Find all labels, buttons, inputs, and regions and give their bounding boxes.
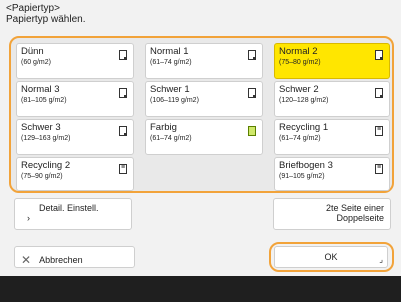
paper-type-tile-normal-3[interactable]: Normal 3 (81–105 g/m2) [16,81,134,117]
paper-type-name: Normal 1 [150,46,189,57]
paper-type-name: Briefbogen 3 [279,160,333,171]
cancel-label: Abbrechen [39,254,83,265]
screen-subtitle: Papiertyp wählen. [6,14,86,25]
paper-type-range: (61–74 g/m2) [279,135,321,142]
corner-paper-icon [375,50,383,60]
corner-paper-icon [119,126,127,136]
bottom-status-bar [0,276,401,302]
paper-type-tile-schwer-3[interactable]: Schwer 3 (129–163 g/m2) [16,119,134,155]
recycled-paper-icon [119,163,127,174]
paper-type-name: Farbig [150,122,177,133]
paper-type-tile-recycling-1[interactable]: Recycling 1 (61–74 g/m2) [274,119,390,155]
paper-type-name: Dünn [21,46,44,57]
paper-type-range: (61–74 g/m2) [150,59,192,66]
paper-type-tile-recycling-2[interactable]: Recycling 2 (75–90 g/m2) [16,157,134,191]
paper-type-name: Schwer 3 [21,122,61,133]
paper-type-tile-schwer-2[interactable]: Schwer 2 (120–128 g/m2) [274,81,390,117]
corner-paper-icon [248,88,256,98]
corner-paper-icon [119,50,127,60]
letterhead-paper-icon [375,163,383,174]
paper-type-name: Schwer 1 [150,84,190,95]
paper-type-name: Normal 2 [279,46,318,57]
paper-type-range: (120–128 g/m2) [279,97,329,104]
paper-type-tile-duenn[interactable]: Dünn (60 g/m2) [16,43,134,79]
corner-paper-icon [248,50,256,60]
corner-paper-icon [375,88,383,98]
double-side-second-page-button[interactable]: 2te Seite einer Doppelseite [273,198,391,230]
corner-paper-icon [119,88,127,98]
paper-type-range: (60 g/m2) [21,59,51,66]
paper-type-tile-schwer-1[interactable]: Schwer 1 (106–119 g/m2) [145,81,263,117]
double-side-second-page-label: 2te Seite einer Doppelseite [325,203,384,223]
recycled-paper-icon [375,125,383,136]
ok-button[interactable]: OK ⌟ [274,246,388,268]
header: <Papiertyp> Papiertyp wählen. [6,3,86,25]
paper-type-range: (75–90 g/m2) [21,173,63,180]
paper-type-tile-farbig[interactable]: Farbig (61–74 g/m2) [145,119,263,155]
paper-type-name: Schwer 2 [279,84,319,95]
ok-label: OK [324,252,338,262]
chevron-right-icon: › [27,213,30,223]
paper-type-tile-briefbogen-3[interactable]: Briefbogen 3 (91–105 g/m2) [274,157,390,191]
paper-type-range: (75–80 g/m2) [279,59,321,66]
screen-title: <Papiertyp> [6,3,60,14]
detail-settings-button[interactable]: Detail. Einstell. › [14,198,132,230]
close-icon: ✕ [21,252,32,267]
paper-type-range: (106–119 g/m2) [150,97,199,104]
colored-paper-icon [248,126,256,136]
enter-key-icon: ⌟ [379,255,383,264]
paper-type-name: Recycling 1 [279,122,329,133]
paper-type-name: Recycling 2 [21,160,71,171]
paper-type-range: (61–74 g/m2) [150,135,192,142]
paper-type-name: Normal 3 [21,84,60,95]
detail-settings-label: Detail. Einstell. [39,203,99,213]
paper-type-tile-normal-2[interactable]: Normal 2 (75–80 g/m2) [274,43,390,79]
paper-type-tile-normal-1[interactable]: Normal 1 (61–74 g/m2) [145,43,263,79]
paper-type-range: (81–105 g/m2) [21,97,67,104]
cancel-button[interactable]: ✕ Abbrechen [14,246,135,268]
paper-type-range: (129–163 g/m2) [21,135,71,142]
paper-type-range: (91–105 g/m2) [279,173,325,180]
